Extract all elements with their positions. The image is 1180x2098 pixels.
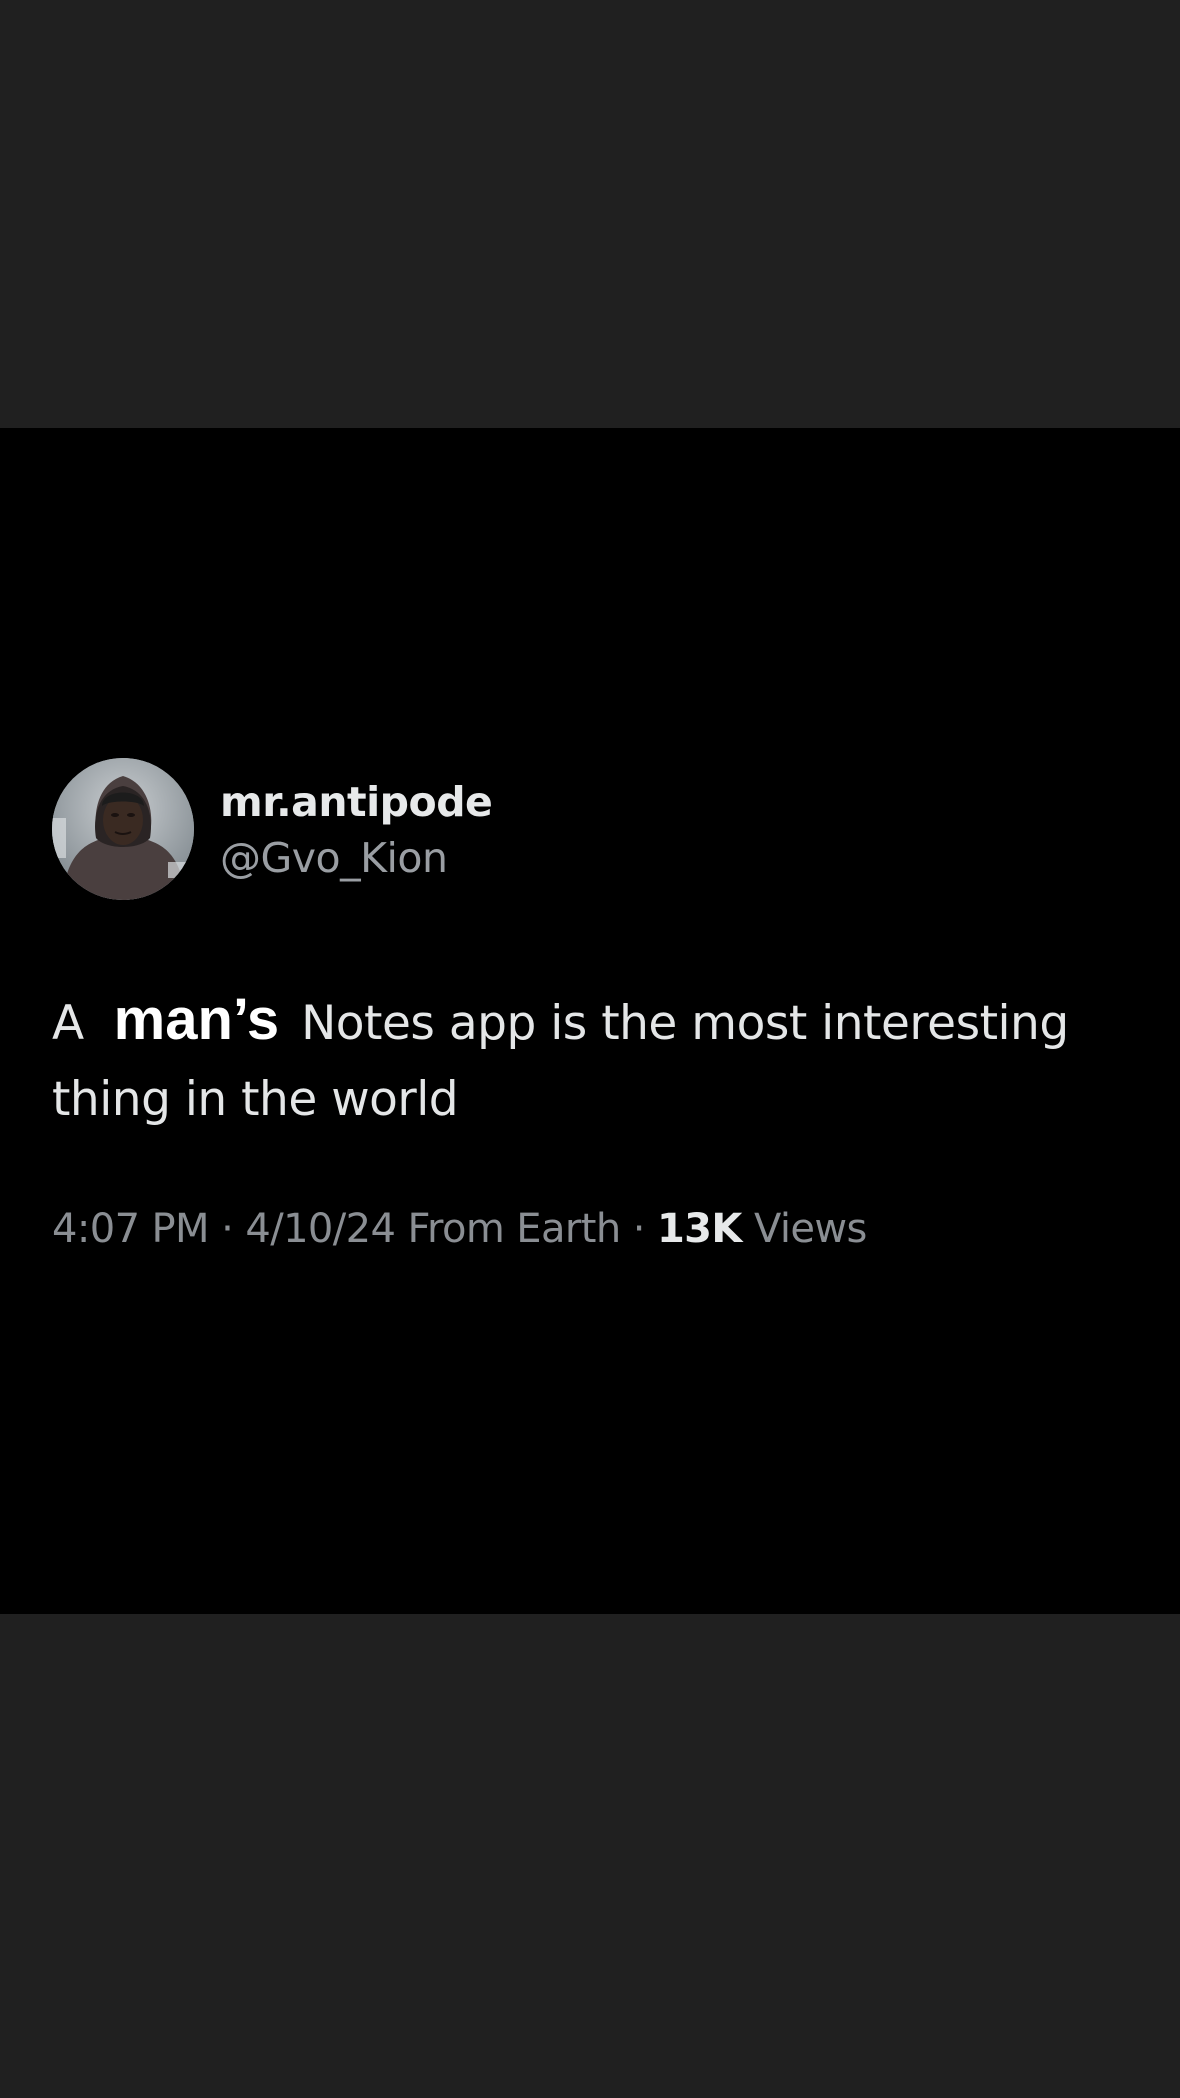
user-handle[interactable]: @Gvo_Kion (220, 834, 448, 882)
tweet-text-start: A (52, 996, 84, 1051)
tweet-card: mr.antipode @Gvo_Kion Aman’s Notes app is… (0, 428, 1180, 1614)
tweet-date[interactable]: 4/10/24 (245, 1206, 396, 1252)
views-count[interactable]: 13K (657, 1206, 742, 1252)
tweet-location: From Earth (407, 1206, 621, 1252)
views-label: Views (753, 1206, 867, 1252)
tweet-text-emphasis: man’s (113, 987, 280, 1052)
tweet-metadata: 4:07 PM · 4/10/24 From Earth · 13K Views (52, 1206, 867, 1252)
tweet-time[interactable]: 4:07 PM (52, 1206, 210, 1252)
avatar[interactable] (52, 758, 194, 900)
meta-separator: · (632, 1206, 646, 1252)
top-letterbox-band (0, 0, 1180, 428)
bottom-letterbox-band (0, 1614, 1180, 2098)
meta-separator: · (221, 1206, 234, 1252)
display-name[interactable]: mr.antipode (220, 778, 493, 826)
tweet-text: Aman’s Notes app is the most interesting … (52, 982, 1152, 1138)
profile-photo-icon (52, 758, 194, 900)
